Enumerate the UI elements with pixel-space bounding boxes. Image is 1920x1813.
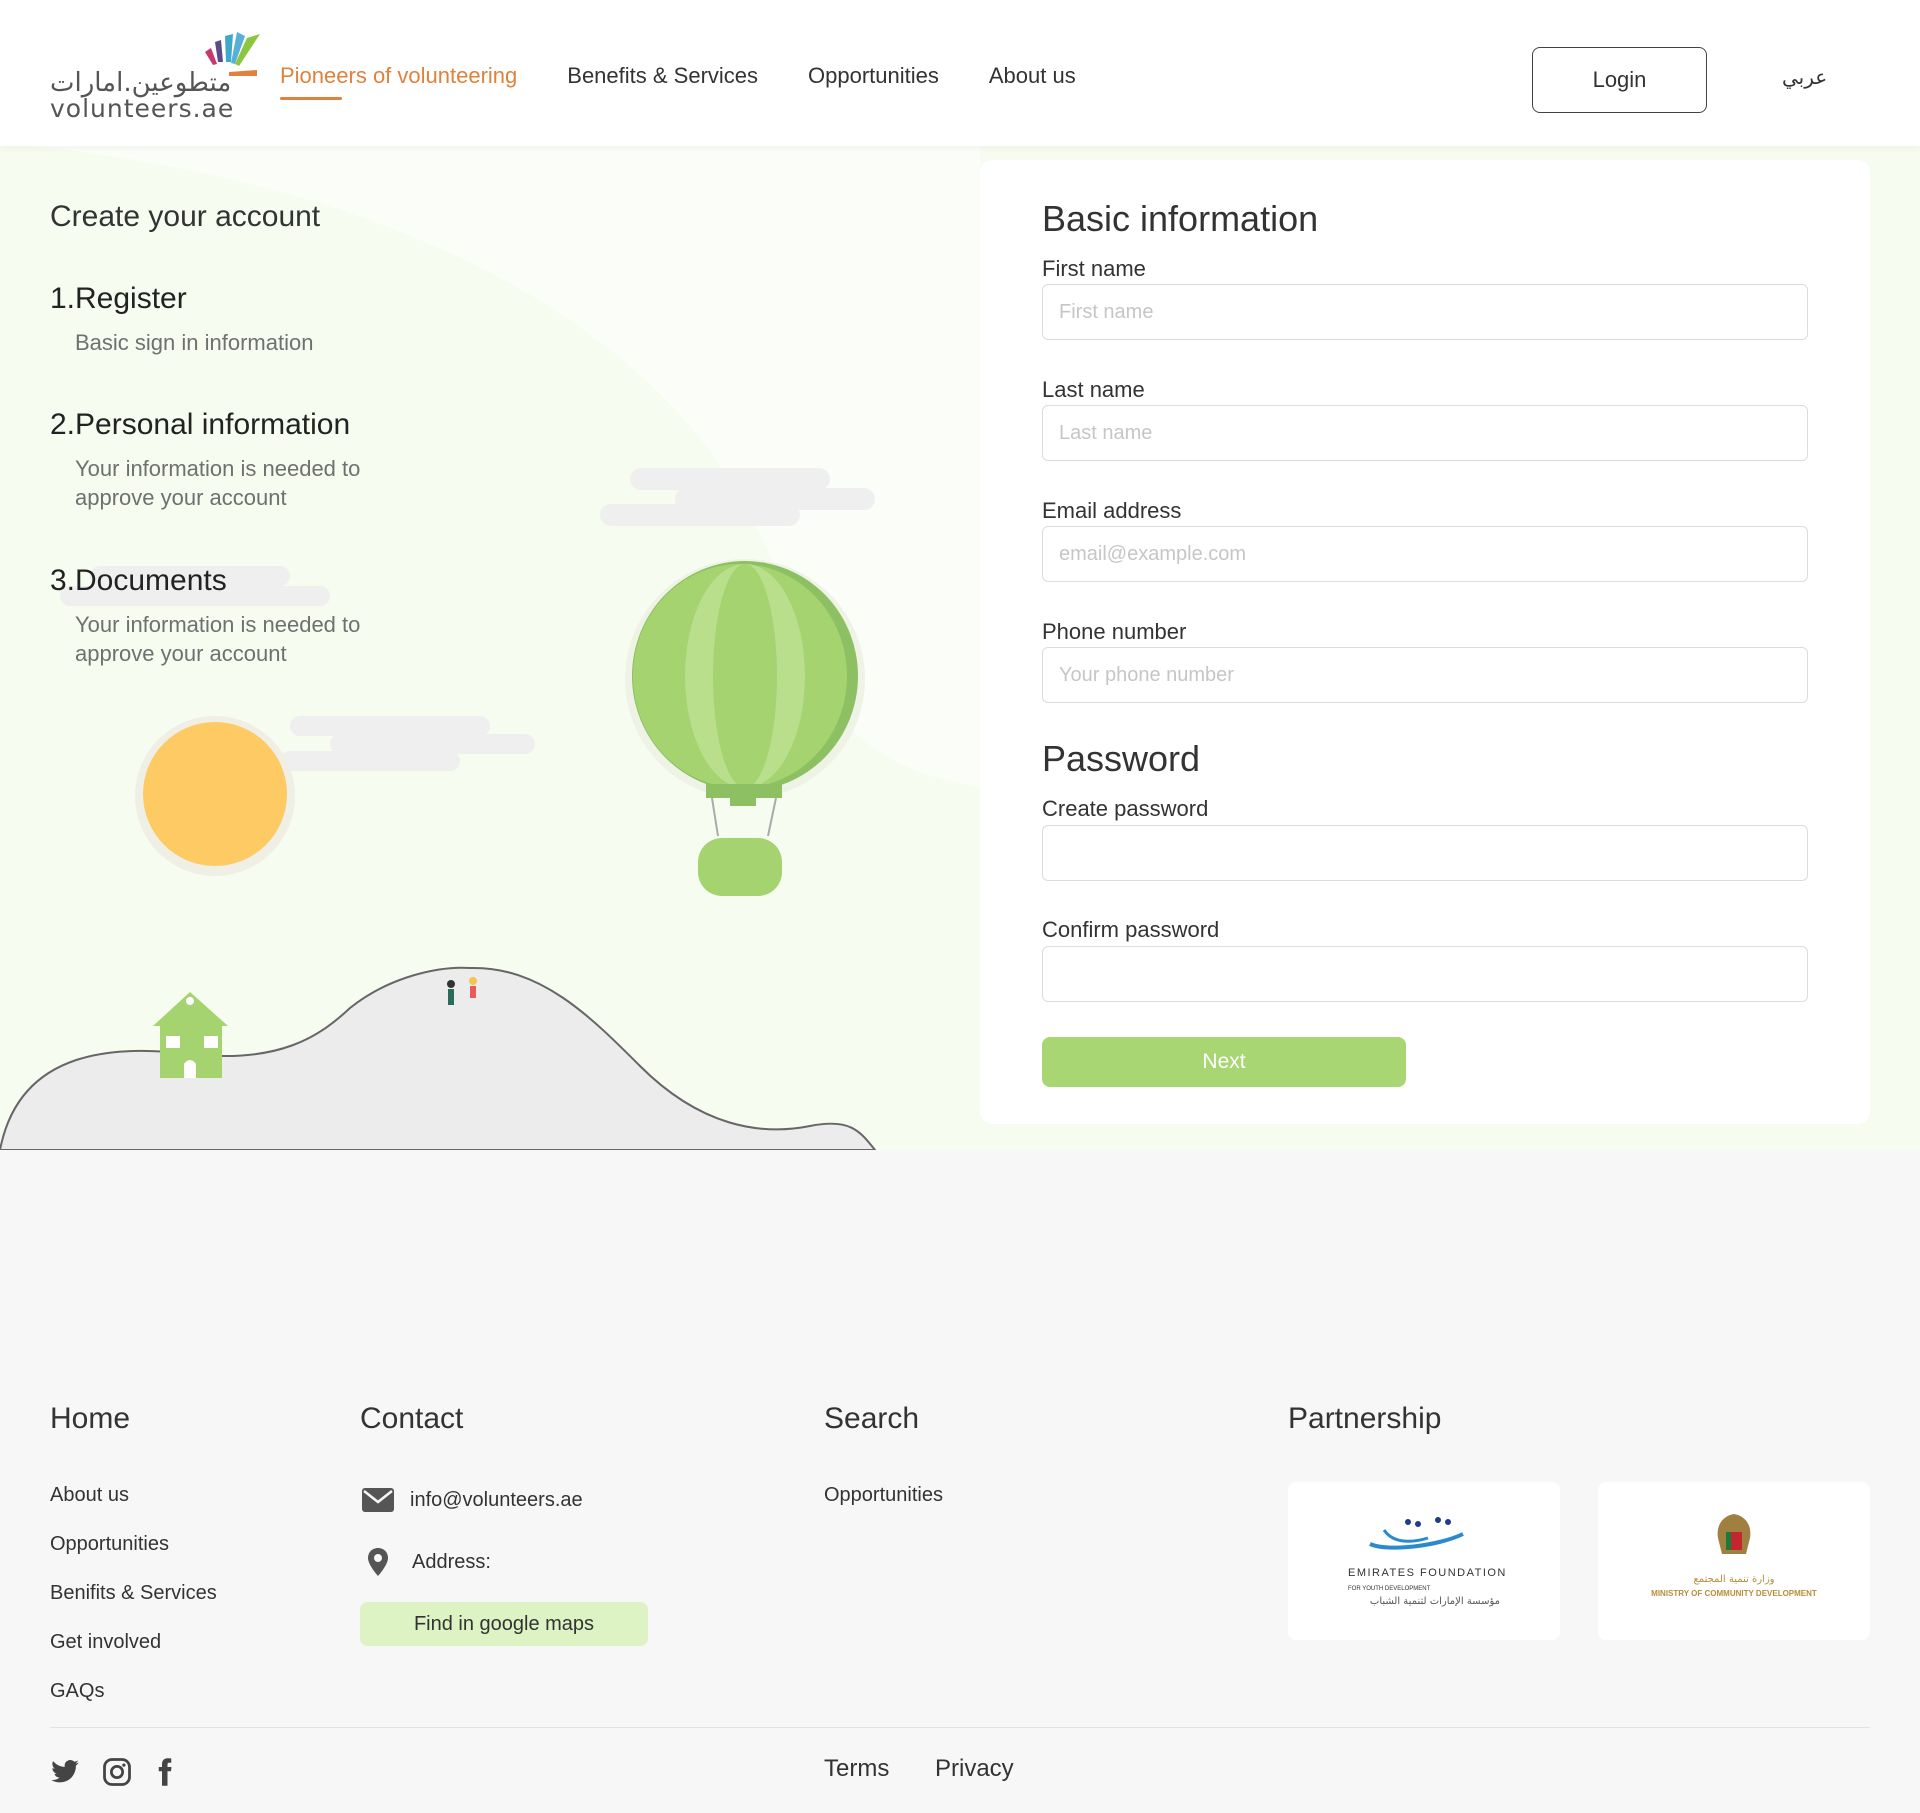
confirm-password-label: Confirm password xyxy=(1042,917,1220,942)
nav-pioneers-label: Pioneers of volunteering xyxy=(280,63,518,88)
step-description: Your information is needed to approve yo… xyxy=(75,612,361,666)
footer-home-title: Home xyxy=(50,1402,131,1435)
nav-benefits[interactable]: Benefits & Services xyxy=(567,63,758,89)
nav-pioneers[interactable]: Pioneers of volunteering xyxy=(280,63,518,100)
step-title: 2.Personal information xyxy=(50,408,351,441)
partner-ministry-community-development[interactable]: وزارة تنمية المجتمع MINISTRY OF COMMUNIT… xyxy=(1598,1482,1870,1640)
create-password-input[interactable] xyxy=(1042,825,1808,881)
next-button[interactable]: Next xyxy=(1042,1037,1406,1087)
footer-contact-title: Contact xyxy=(360,1402,464,1435)
sun-icon xyxy=(135,716,295,876)
location-pin-icon xyxy=(368,1548,388,1576)
partner2-name: MINISTRY OF COMMUNITY DEVELOPMENT xyxy=(1651,1589,1817,1598)
privacy-link[interactable]: Privacy xyxy=(935,1755,1014,1783)
mail-icon xyxy=(362,1488,394,1512)
footer-link-faqs[interactable]: GAQs xyxy=(50,1680,104,1703)
last-name-input[interactable] xyxy=(1042,405,1808,461)
first-name-label: First name xyxy=(1042,256,1146,281)
footer: Home About us Opportunities Benifits & S… xyxy=(0,1150,1920,1813)
phone-label: Phone number xyxy=(1042,619,1187,644)
main-nav: Pioneers of volunteering Benefits & Serv… xyxy=(280,63,1076,100)
steps-title: Create your account xyxy=(50,200,321,233)
cloud-low xyxy=(280,716,535,771)
partner1-subtitle: FOR YOUTH DEVELOPMENT xyxy=(1348,1586,1431,1592)
nav-about[interactable]: About us xyxy=(989,63,1076,89)
logo-english-text: volunteers.ae xyxy=(50,94,235,123)
twitter-icon[interactable] xyxy=(50,1757,80,1787)
confirm-password-input[interactable] xyxy=(1042,946,1808,1002)
login-button[interactable]: Login xyxy=(1532,47,1707,113)
phone-input[interactable] xyxy=(1042,647,1808,703)
emirates-foundation-logo: EMIRATES FOUNDATION FOR YOUTH DEVELOPMEN… xyxy=(1348,1517,1507,1607)
footer-link-about[interactable]: About us xyxy=(50,1484,129,1507)
footer-search-opportunities[interactable]: Opportunities xyxy=(824,1484,943,1507)
footer-link-benefits[interactable]: Benifits & Services xyxy=(50,1582,217,1605)
contact-email-text: info@volunteers.ae xyxy=(410,1488,583,1511)
contact-address-label: Address: xyxy=(412,1550,491,1573)
first-name-input[interactable] xyxy=(1042,284,1808,340)
step-register: 1.Register Basic sign in information xyxy=(50,282,415,357)
partner2-arabic: وزارة تنمية المجتمع xyxy=(1693,1574,1774,1585)
step-title: 3.Documents xyxy=(50,564,227,597)
partner1-name: EMIRATES FOUNDATION xyxy=(1348,1567,1507,1579)
header: متطوعين.امارات volunteers.ae Pioneers of… xyxy=(0,0,1920,146)
step-documents: 3.Documents Your information is needed t… xyxy=(50,564,415,668)
footer-link-get-involved[interactable]: Get involved xyxy=(50,1631,161,1654)
create-password-label: Create password xyxy=(1042,796,1209,821)
footer-link-opportunities[interactable]: Opportunities xyxy=(50,1533,169,1556)
step-personal-information: 2.Personal information Your information … xyxy=(50,408,415,512)
house-icon xyxy=(153,992,228,1078)
terms-link[interactable]: Terms xyxy=(824,1755,889,1783)
registration-form-card: Basic information First name Last name E… xyxy=(980,160,1870,1124)
nav-opportunities[interactable]: Opportunities xyxy=(808,63,939,89)
footer-partnership-title: Partnership xyxy=(1288,1402,1442,1435)
partner1-arabic: مؤسسة الإمارات لتنمية الشباب xyxy=(1370,1596,1500,1607)
step-description: Basic sign in information xyxy=(75,330,314,355)
ministry-logo: وزارة تنمية المجتمع MINISTRY OF COMMUNIT… xyxy=(1651,1514,1817,1598)
hot-air-balloon-icon xyxy=(625,559,865,896)
step-description: Your information is needed to approve yo… xyxy=(75,456,361,510)
language-switch[interactable]: عربي xyxy=(1782,65,1827,89)
email-label: Email address xyxy=(1042,498,1182,523)
email-input[interactable] xyxy=(1042,526,1808,582)
partner-emirates-foundation[interactable]: EMIRATES FOUNDATION FOR YOUTH DEVELOPMEN… xyxy=(1288,1482,1560,1640)
instagram-icon[interactable] xyxy=(102,1757,132,1787)
logo[interactable]: متطوعين.امارات volunteers.ae xyxy=(50,30,260,123)
last-name-label: Last name xyxy=(1042,377,1145,402)
contact-address: Address: xyxy=(368,1548,491,1576)
google-maps-button[interactable]: Find in google maps xyxy=(360,1602,648,1646)
footer-divider xyxy=(50,1727,1870,1728)
facebook-icon[interactable] xyxy=(150,1757,180,1787)
step-title: 1.Register xyxy=(50,282,187,315)
password-title: Password xyxy=(1042,738,1201,779)
contact-email[interactable]: info@volunteers.ae xyxy=(362,1488,583,1512)
basic-info-title: Basic information xyxy=(1042,198,1319,239)
nav-active-underline xyxy=(280,97,342,100)
footer-search-title: Search xyxy=(824,1402,920,1435)
